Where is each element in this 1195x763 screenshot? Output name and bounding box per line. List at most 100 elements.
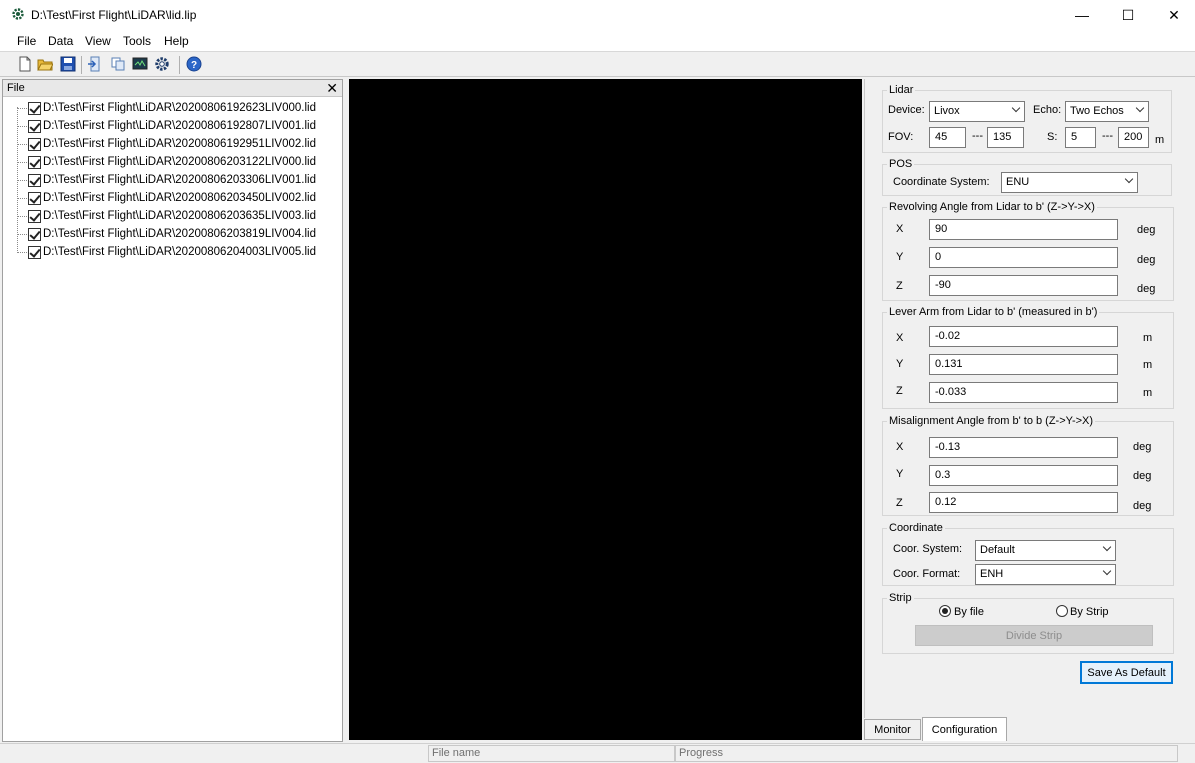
help-icon[interactable]: ? [186, 56, 202, 72]
file-name: D:\Test\First Flight\LiDAR\2020080620345… [43, 192, 316, 204]
file-tree-item[interactable]: D:\Test\First Flight\LiDAR\2020080620345… [17, 189, 316, 207]
by-file-label[interactable]: By file [954, 606, 984, 618]
tree-connector [17, 107, 27, 109]
file-checkbox[interactable] [28, 173, 41, 187]
copy-icon[interactable] [110, 56, 126, 72]
tab-configuration[interactable]: Configuration [922, 717, 1007, 741]
fov-max-input[interactable]: 135 [987, 127, 1024, 148]
echo-label: Echo: [1033, 104, 1062, 116]
revolving-group-title: Revolving Angle from Lidar to b' (Z->Y->… [887, 201, 1097, 213]
save-icon[interactable] [60, 56, 76, 72]
misalignment-group-title: Misalignment Angle from b' to b (Z->Y->X… [887, 415, 1096, 427]
lidar-group-title: Lidar [887, 84, 916, 96]
s-label: S: [1047, 131, 1058, 143]
file-panel-header: File ✕ [3, 80, 342, 97]
point-cloud-viewport[interactable] [349, 79, 862, 740]
lever-y-input[interactable]: 0.131 [929, 354, 1118, 375]
file-tree-item[interactable]: D:\Test\First Flight\LiDAR\2020080620330… [17, 171, 316, 189]
file-name: D:\Test\First Flight\LiDAR\2020080619295… [43, 138, 316, 150]
file-tree-item[interactable]: D:\Test\First Flight\LiDAR\2020080620381… [17, 225, 316, 243]
tree-connector [17, 215, 27, 217]
lever-x-label: X [896, 332, 904, 344]
tree-connector [17, 197, 27, 199]
maximize-button[interactable]: ☐ [1105, 0, 1151, 30]
close-panel-icon[interactable]: ✕ [326, 80, 338, 97]
tab-monitor[interactable]: Monitor [864, 719, 921, 740]
device-label: Device: [888, 104, 925, 116]
file-checkbox[interactable] [28, 209, 41, 223]
status-file-name: File name [428, 745, 675, 762]
revolving-z-input[interactable]: -90 [929, 275, 1118, 296]
lever-z-input[interactable]: -0.033 [929, 382, 1118, 403]
open-folder-icon[interactable] [37, 56, 53, 72]
s-max-input[interactable]: 200 [1118, 127, 1149, 148]
maximize-icon: ☐ [1121, 6, 1135, 23]
by-file-radio[interactable] [939, 605, 951, 617]
toolbar-separator [81, 56, 82, 74]
misalignment-z-label: Z [896, 497, 903, 509]
file-tree-item[interactable]: D:\Test\First Flight\LiDAR\2020080620400… [17, 243, 316, 261]
misalignment-x-input[interactable]: -0.13 [929, 437, 1118, 458]
settings-gear-icon[interactable] [154, 56, 170, 72]
revolving-y-input[interactable]: 0 [929, 247, 1118, 268]
file-tree-item[interactable]: D:\Test\First Flight\LiDAR\2020080620312… [17, 153, 316, 171]
device-value: Livox [934, 105, 960, 117]
file-tree-item[interactable]: D:\Test\First Flight\LiDAR\2020080620363… [17, 207, 316, 225]
misalignment-y-unit: deg [1133, 470, 1152, 482]
file-tree-item[interactable]: D:\Test\First Flight\LiDAR\2020080619295… [17, 135, 316, 153]
menu-help[interactable]: Help [164, 34, 189, 48]
chevron-down-icon [1011, 103, 1021, 113]
by-strip-radio[interactable] [1056, 605, 1068, 617]
file-checkbox[interactable] [28, 191, 41, 205]
revolving-z-label: Z [896, 280, 903, 292]
configuration-panel: Lidar Device: Livox Echo: Two Echos FOV:… [864, 79, 1195, 718]
misalignment-x-label: X [896, 441, 904, 453]
revolving-x-input[interactable]: 90 [929, 219, 1118, 240]
coor-format-value: ENH [980, 568, 1004, 580]
device-select[interactable]: Livox [929, 101, 1025, 122]
menu-data[interactable]: Data [48, 34, 73, 48]
close-icon: ✕ [1168, 6, 1180, 23]
tree-connector [17, 161, 27, 163]
file-tree-item[interactable]: D:\Test\First Flight\LiDAR\2020080619262… [17, 99, 316, 117]
monitor-icon[interactable] [132, 56, 148, 72]
new-file-icon[interactable] [17, 56, 33, 72]
file-checkbox[interactable] [28, 227, 41, 241]
by-strip-label[interactable]: By Strip [1070, 606, 1109, 618]
echo-value: Two Echos [1070, 105, 1124, 117]
lever-x-input[interactable]: -0.02 [929, 326, 1118, 347]
file-checkbox[interactable] [28, 101, 41, 115]
menu-file[interactable]: File [17, 34, 36, 48]
divide-strip-button[interactable]: Divide Strip [915, 625, 1153, 646]
file-checkbox[interactable] [28, 119, 41, 133]
menu-tools[interactable]: Tools [123, 34, 151, 48]
file-tree-item[interactable]: D:\Test\First Flight\LiDAR\2020080619280… [17, 117, 316, 135]
fov-min-input[interactable]: 45 [929, 127, 966, 148]
coor-format-select[interactable]: ENH [975, 564, 1116, 585]
chevron-down-icon [1124, 174, 1134, 184]
minimize-button[interactable]: — [1059, 0, 1105, 30]
file-name: D:\Test\First Flight\LiDAR\2020080619262… [43, 102, 316, 114]
toolbar-separator [179, 56, 180, 74]
close-button[interactable]: ✕ [1151, 0, 1195, 30]
file-name: D:\Test\First Flight\LiDAR\2020080620330… [43, 174, 316, 186]
file-checkbox[interactable] [28, 245, 41, 259]
coordinate-group-title: Coordinate [887, 522, 945, 534]
save-as-default-button[interactable]: Save As Default [1080, 661, 1173, 684]
s-unit: m [1155, 134, 1165, 146]
misalignment-z-input[interactable]: 0.12 [929, 492, 1118, 513]
file-panel-title: File [7, 82, 25, 94]
status-bar: File name Progress [0, 743, 1195, 763]
file-checkbox[interactable] [28, 155, 41, 169]
menu-view[interactable]: View [85, 34, 111, 48]
app-gear-icon [12, 8, 24, 20]
coor-system-select[interactable]: Default [975, 540, 1116, 561]
import-icon[interactable] [87, 56, 103, 72]
echo-select[interactable]: Two Echos [1065, 101, 1149, 122]
pos-coord-select[interactable]: ENU [1001, 172, 1138, 193]
misalignment-y-input[interactable]: 0.3 [929, 465, 1118, 486]
file-checkbox[interactable] [28, 137, 41, 151]
file-name: D:\Test\First Flight\LiDAR\2020080620312… [43, 156, 316, 168]
fov-label: FOV: [888, 131, 914, 143]
s-min-input[interactable]: 5 [1065, 127, 1096, 148]
